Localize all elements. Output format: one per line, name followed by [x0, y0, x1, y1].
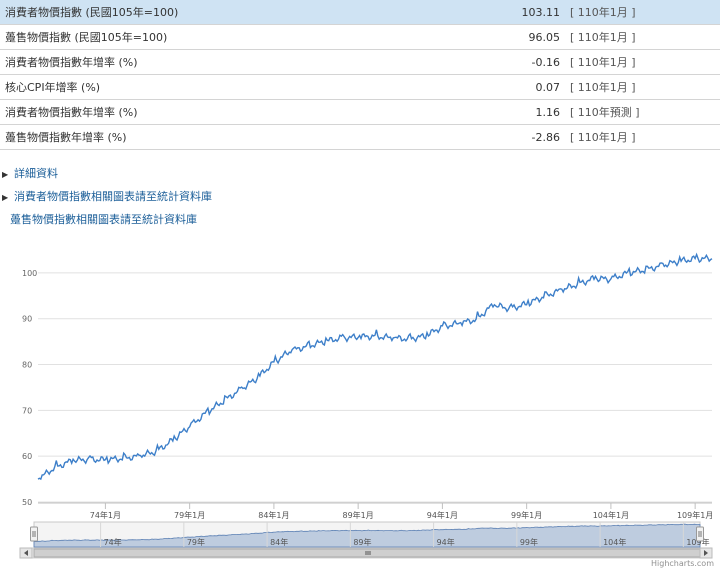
navigator[interactable]: 74年 79年 84年 89年 94年 99年 104年 109年	[19, 521, 713, 559]
x-tick-label: 109年1月	[677, 510, 713, 520]
chart-grid	[38, 272, 712, 503]
navigator-scrollbar[interactable]	[19, 547, 713, 559]
highcharts-credit[interactable]: Highcharts.com	[651, 559, 714, 568]
navigator-tick-label: 79年	[187, 537, 205, 547]
scroll-left-button[interactable]	[19, 547, 33, 559]
x-tick-label: 84年1月	[258, 510, 289, 520]
navigator-tick-label: 84年	[270, 537, 288, 547]
handle-body	[30, 526, 38, 542]
navigator-tick-label: 89年	[353, 537, 371, 547]
y-tick-label: 100	[22, 269, 37, 278]
x-tick-label: 74年1月	[90, 510, 121, 520]
scrollbar-thumb	[33, 548, 701, 558]
cpi-series-line	[37, 252, 713, 481]
navigator-tick-label: 104年	[603, 537, 626, 547]
x-tick-label: 79年1月	[174, 510, 205, 520]
x-tick-label: 104年1月	[593, 510, 629, 520]
y-tick-label: 60	[22, 452, 32, 461]
x-axis: 74年1月 79年1月 84年1月 89年1月 94年1月 99年1月 104年1月 109年…	[38, 502, 713, 520]
cpi-line-chart: 50 60 70 80 90 100 74年1月 79年1月 84年1月 89年1月 94年1月 9…	[19, 252, 714, 568]
x-tick-label: 94年1月	[427, 510, 458, 520]
navigator-left-handle[interactable]	[30, 526, 38, 542]
y-tick-label: 90	[22, 315, 32, 324]
navigator-right-handle[interactable]	[696, 526, 704, 542]
navigator-tick-label: 94年	[437, 537, 455, 547]
scroll-right-button[interactable]	[699, 547, 713, 559]
x-tick-label: 89年1月	[343, 510, 374, 520]
y-tick-label: 80	[22, 361, 32, 370]
handle-body	[696, 526, 704, 542]
y-tick-label: 70	[22, 406, 32, 415]
navigator-tick-label: 99年	[520, 537, 538, 547]
x-tick-label: 99年1月	[511, 510, 542, 520]
y-tick-label: 50	[22, 498, 32, 507]
navigator-tick-label: 74年	[104, 537, 122, 547]
y-axis: 50 60 70 80 90 100	[22, 269, 37, 507]
